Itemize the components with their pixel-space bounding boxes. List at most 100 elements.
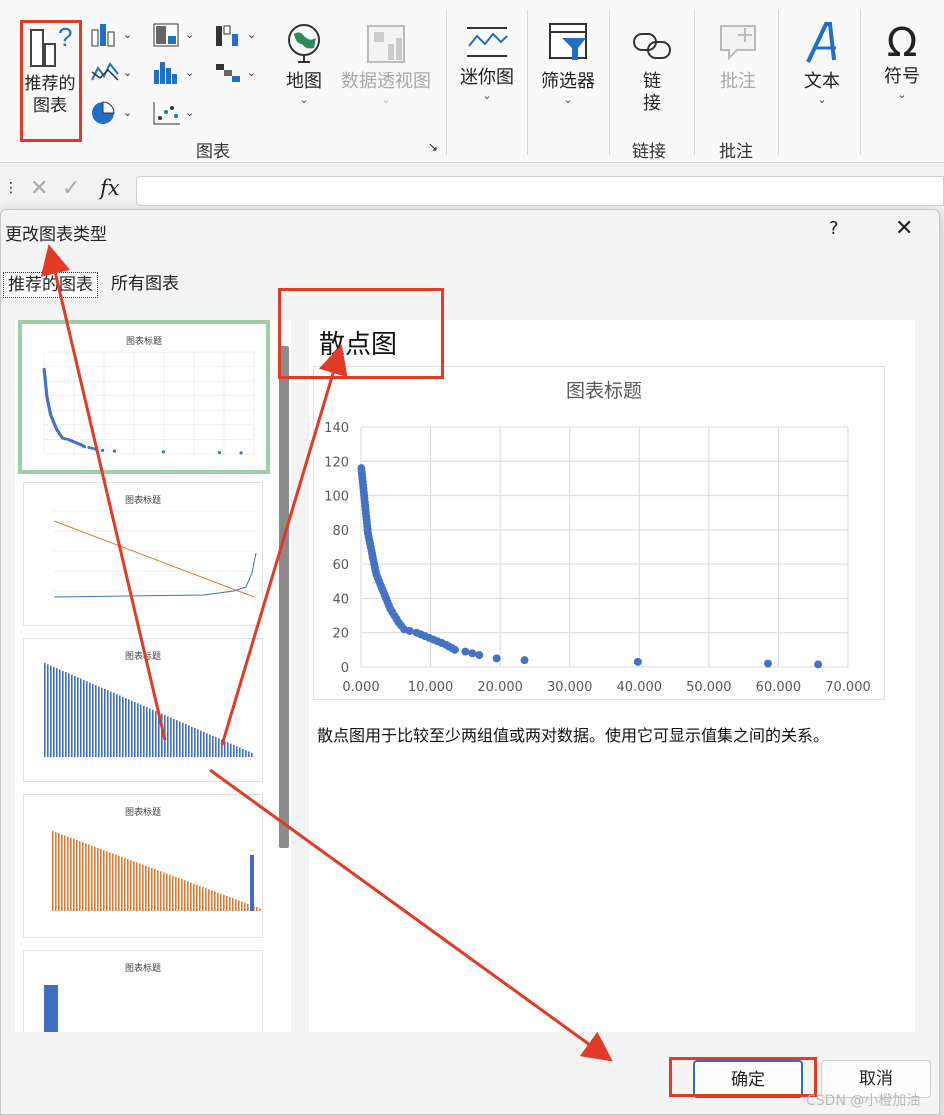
globe-icon — [288, 24, 320, 63]
thumbnail-title: 图表标题 — [124, 496, 161, 506]
thumbnail-bar — [148, 866, 150, 911]
thumbnail-column-blue[interactable]: 图表标题 — [23, 638, 263, 782]
cancel-entry-icon[interactable]: ✕ — [30, 176, 48, 201]
thumbnail-column-single[interactable]: 图表标题 — [23, 950, 263, 1032]
line-chart-icon — [91, 62, 119, 81]
thumbnail-bar — [199, 885, 201, 911]
insert-function-icon[interactable]: fx — [100, 176, 120, 200]
thumbnail-bar — [113, 692, 115, 757]
line-chart-button[interactable]: ⌄ — [90, 60, 138, 90]
hierarchy-chart-button[interactable]: ⌄ — [152, 22, 200, 52]
thumbnail-bar — [232, 898, 234, 911]
confirm-entry-icon[interactable]: ✓ — [62, 176, 80, 201]
thumbnail-bar — [205, 888, 207, 911]
data-point — [461, 647, 470, 656]
thumbnail-bar — [88, 844, 90, 911]
formula-input[interactable] — [136, 176, 944, 206]
symbols-button[interactable]: Ω 符号 ⌄ — [876, 20, 928, 101]
thumbnail-bar — [203, 731, 205, 757]
thumbnail-scatter[interactable]: 图表标题 — [18, 320, 270, 474]
thumbnail-bar — [119, 695, 121, 757]
thumbnail-bar — [157, 870, 159, 911]
tab-recommended-charts[interactable]: 推荐的图表 — [3, 272, 98, 298]
chevron-down-icon: ⌄ — [563, 93, 573, 106]
combo-chart-button[interactable]: ⌄ — [214, 60, 262, 90]
thumbnail-title: 图表标题 — [125, 337, 162, 347]
thumbnail-bar — [241, 901, 243, 911]
more-options-icon[interactable]: ⋮ — [4, 180, 18, 196]
pie-chart-button[interactable]: ⌄ — [90, 100, 138, 130]
maps-button[interactable]: 地图 ⌄ — [280, 22, 328, 106]
thumbnail-bar — [164, 715, 166, 757]
thumbnail-line-combo[interactable]: 图表标题 — [23, 482, 263, 626]
thumbnail-point — [93, 447, 97, 451]
sparkline-icon — [467, 27, 508, 57]
data-point — [520, 656, 529, 665]
link-label: 链 接 — [643, 71, 661, 114]
help-button[interactable]: ? — [829, 218, 839, 239]
thumbnail-bar — [100, 848, 102, 911]
link-button[interactable]: 链 接 — [626, 26, 678, 115]
y-tick-label: 20 — [332, 627, 349, 642]
thumbnail-bar — [206, 733, 208, 757]
data-point — [492, 654, 501, 663]
thumbnail-bar — [178, 878, 180, 911]
text-button[interactable]: 文本 ⌄ — [796, 20, 848, 106]
thumbnail-bar — [77, 677, 79, 757]
thumbnail-bar — [98, 686, 100, 757]
pie-chart-icon — [92, 101, 115, 124]
chart-title: 图表标题 — [566, 380, 642, 402]
x-tick-label: 0.000 — [342, 680, 379, 695]
thumbnail-bar — [64, 835, 66, 911]
thumbnail-bar — [115, 854, 117, 911]
chevron-down-icon: ⌄ — [247, 66, 257, 79]
thumbnail-bar — [131, 700, 133, 757]
sparklines-button[interactable]: 迷你图 ⌄ — [456, 22, 518, 102]
thumbnail-bar — [166, 873, 168, 911]
waterfall-chart-button[interactable]: ⌄ — [214, 22, 262, 52]
thumbnail-bar — [146, 707, 148, 757]
statistic-chart-button[interactable]: ⌄ — [152, 60, 200, 90]
thumbnail-bar — [175, 876, 177, 911]
thumbnail-bar — [154, 869, 156, 911]
thumbnail-bar — [250, 855, 254, 911]
thumbnail-bar — [73, 838, 75, 911]
thumbnail-bar — [212, 735, 214, 757]
thumbnail-bar — [61, 834, 63, 911]
thumbnail-bar — [104, 689, 106, 757]
thumbnail-bar — [218, 738, 220, 757]
y-tick-label: 80 — [332, 524, 349, 539]
chart-dialog-launcher-icon[interactable]: ↘ — [428, 140, 438, 154]
tab-all-charts[interactable]: 所有图表 — [107, 272, 183, 298]
thumbnail-bar — [71, 674, 73, 757]
thumbnail-bar — [136, 862, 138, 911]
thumbnail-scrollbar[interactable] — [279, 346, 289, 848]
filters-button[interactable]: 筛选器 ⌄ — [536, 22, 600, 106]
divider — [527, 10, 528, 155]
thumbnail-bar — [194, 728, 196, 757]
thumbnail-bar — [125, 698, 127, 757]
x-tick-label: 70.000 — [825, 680, 871, 695]
thumbnail-bar — [127, 859, 129, 911]
chart-thumbnail-list[interactable]: 图表标题 图表标题 图表标题 图表标题 图表标题 — [15, 320, 291, 1032]
chevron-down-icon: ⌄ — [185, 28, 195, 41]
scatter-chart-button[interactable]: ⌄ — [152, 100, 200, 130]
chevron-down-icon: ⌄ — [381, 93, 391, 106]
pivot-chart-button[interactable]: 数据透视图 ⌄ — [338, 22, 434, 106]
pivot-chart-label: 数据透视图 — [341, 71, 431, 92]
data-point — [475, 651, 484, 659]
thumbnail-bar — [80, 678, 82, 757]
change-chart-type-dialog: 更改图表类型 ? ✕ 推荐的图表 所有图表 图表标题 图表标题 图表标题 图表标… — [0, 209, 940, 1115]
thumbnail-bar — [140, 704, 142, 757]
thumbnail-bar — [233, 744, 235, 757]
annotation-box-ok — [669, 1057, 817, 1097]
dialog-title: 更改图表类型 — [5, 225, 107, 245]
thumbnail-bar — [217, 892, 219, 911]
thumbnail-bar — [121, 856, 123, 911]
close-icon[interactable]: ✕ — [895, 216, 913, 241]
y-tick-label: 0 — [341, 661, 349, 676]
column-chart-button[interactable]: ⌄ — [90, 22, 138, 52]
thumbnail-bar — [259, 908, 261, 911]
comment-button[interactable]: 批注 — [708, 22, 768, 93]
thumbnail-column-orange[interactable]: 图表标题 — [23, 794, 263, 938]
